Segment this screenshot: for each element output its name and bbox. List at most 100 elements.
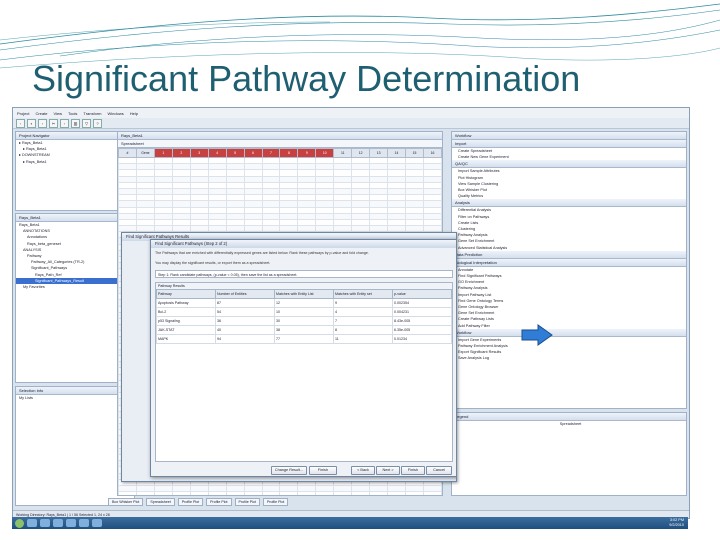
table-cell[interactable] [243,491,263,495]
results-row[interactable]: MAPK 94 77 11 0.01234 [156,334,452,344]
table-cell[interactable] [387,491,406,495]
column-header[interactable]: 10 [315,148,335,158]
column-header[interactable]: # [118,148,137,158]
results-column-header[interactable]: p-value [392,289,452,299]
start-button-icon[interactable] [15,518,24,528]
next-button[interactable]: Next > [376,466,400,475]
legend-header: Legend [452,413,686,421]
table-cell[interactable] [279,491,299,495]
menu-item-create[interactable]: Create [35,111,47,116]
save-icon[interactable]: ▫ [38,118,47,128]
table-cell[interactable] [189,491,209,495]
table-cell[interactable] [261,491,281,495]
table-cell[interactable] [153,491,173,495]
menu-item-windows[interactable]: Windows [108,111,124,116]
column-header[interactable]: 7 [261,148,281,158]
results-cell: 0.01234 [392,334,452,344]
windows-taskbar: 3:02 PM 9/2/2010 [12,517,688,529]
results-cell: Bcl-2 [156,307,216,317]
table-cell[interactable] [135,491,155,495]
finish-button[interactable]: Finish [401,466,425,475]
help-icon[interactable]: ? [93,118,102,128]
bottom-tab[interactable]: Profile Plot [234,498,260,506]
column-header[interactable]: 2 [171,148,191,158]
results-row[interactable]: Bcl-2 54 10 4 0.004231 [156,307,452,317]
new-icon[interactable]: ▫ [16,118,25,128]
workflow-section-header[interactable]: Import [452,140,686,148]
column-header[interactable]: 6 [243,148,263,158]
table-cell[interactable] [225,491,245,495]
bottom-tab[interactable]: Spreadsheet [146,498,175,506]
column-header[interactable]: 8 [279,148,299,158]
table-cell[interactable] [171,491,191,495]
folder-icon[interactable] [79,519,89,527]
table-cell[interactable] [333,491,353,495]
app-icon[interactable] [53,519,63,527]
results-cell: 6.35e-005 [392,325,452,335]
finish-button-left[interactable]: Finish [309,466,337,475]
back-button[interactable]: < Back [351,466,375,475]
table-cell[interactable] [315,491,335,495]
table-cell[interactable] [207,491,227,495]
legend-item: Spreadsheet [559,422,582,426]
menu-item-project[interactable]: Project [17,111,29,116]
explorer-icon[interactable] [27,519,37,527]
workflow-section-header[interactable]: QA/QC [452,160,686,169]
column-header[interactable]: 4 [207,148,227,158]
legend-panel: Legend Spreadsheet [451,412,687,496]
workflow-section-header[interactable]: Workflow [452,328,686,337]
results-column-header[interactable]: Pathway [156,289,216,299]
settings-icon[interactable] [92,519,102,527]
column-header[interactable]: 14 [387,148,406,158]
menu-item-help[interactable]: Help [130,111,138,116]
column-header[interactable]: 11 [333,148,353,158]
results-row[interactable]: p53 Signaling 36 30 7 8.43e-005 [156,316,452,326]
spreadsheet-tab[interactable]: Rays_Beta1 [118,132,442,140]
results-cell: 9 [333,298,393,308]
menu-item-transform[interactable]: Transform [83,111,101,116]
bottom-tab[interactable]: Profile Plot [206,498,232,506]
menu-item-tools[interactable]: Tools [68,111,77,116]
open-icon[interactable]: ▪ [27,118,36,128]
column-header[interactable]: 13 [369,148,389,158]
column-header[interactable]: Gene [135,148,155,158]
column-header[interactable]: 15 [405,148,424,158]
spreadsheet-header: Spreadsheet [118,140,442,148]
column-header[interactable]: 9 [297,148,317,158]
results-cell: 94 [215,334,275,344]
column-header[interactable]: 16 [422,148,442,158]
cancel-button[interactable]: Cancel [426,466,452,475]
column-header[interactable]: 12 [351,148,371,158]
results-row[interactable]: JAK-STAT 40 38 8 6.35e-005 [156,325,452,335]
results-column-header[interactable]: Number of Entities [215,289,275,299]
column-header[interactable]: 1 [153,148,173,158]
results-column-header[interactable]: Matches with Entity List [274,289,334,299]
workflow-section-header[interactable]: Biological Interpretation [452,258,686,267]
table-row[interactable] [118,491,442,495]
media-icon[interactable] [66,519,76,527]
pathway-results-table[interactable]: Pathway Number of Entities Matches with En… [156,289,452,344]
bottom-tab[interactable]: Profile Plot [177,498,204,506]
table-cell[interactable] [297,491,317,495]
cut-icon[interactable]: ✂ [49,118,58,128]
table-cell[interactable] [405,491,424,495]
bottom-tab[interactable]: Profile Plot [262,498,289,506]
change-result-button[interactable]: Change Result... [271,466,307,475]
results-row[interactable]: Apoptosis Pathway 87 12 9 0.002354 [156,298,452,308]
chart-icon[interactable]: ▥ [71,118,80,128]
table-cell[interactable] [351,491,371,495]
menu-item-view[interactable]: View [53,111,62,116]
workflow-section-header[interactable]: Analysis [452,199,686,208]
column-header[interactable]: 5 [225,148,245,158]
bottom-tab[interactable]: Box Whisker Plot [108,498,144,506]
filter-icon[interactable]: ▽ [82,118,91,128]
table-cell[interactable] [422,491,442,495]
browser-icon[interactable] [40,519,50,527]
table-cell[interactable] [118,491,137,495]
workflow-section-header[interactable]: Data Prediction [452,250,686,259]
table-cell[interactable] [369,491,389,495]
column-header[interactable]: 3 [189,148,209,158]
workflow-item[interactable]: Save Analysis Log [452,355,686,361]
copy-icon[interactable]: ▫ [60,118,69,128]
results-column-header[interactable]: Matches with Entity set [333,289,393,299]
